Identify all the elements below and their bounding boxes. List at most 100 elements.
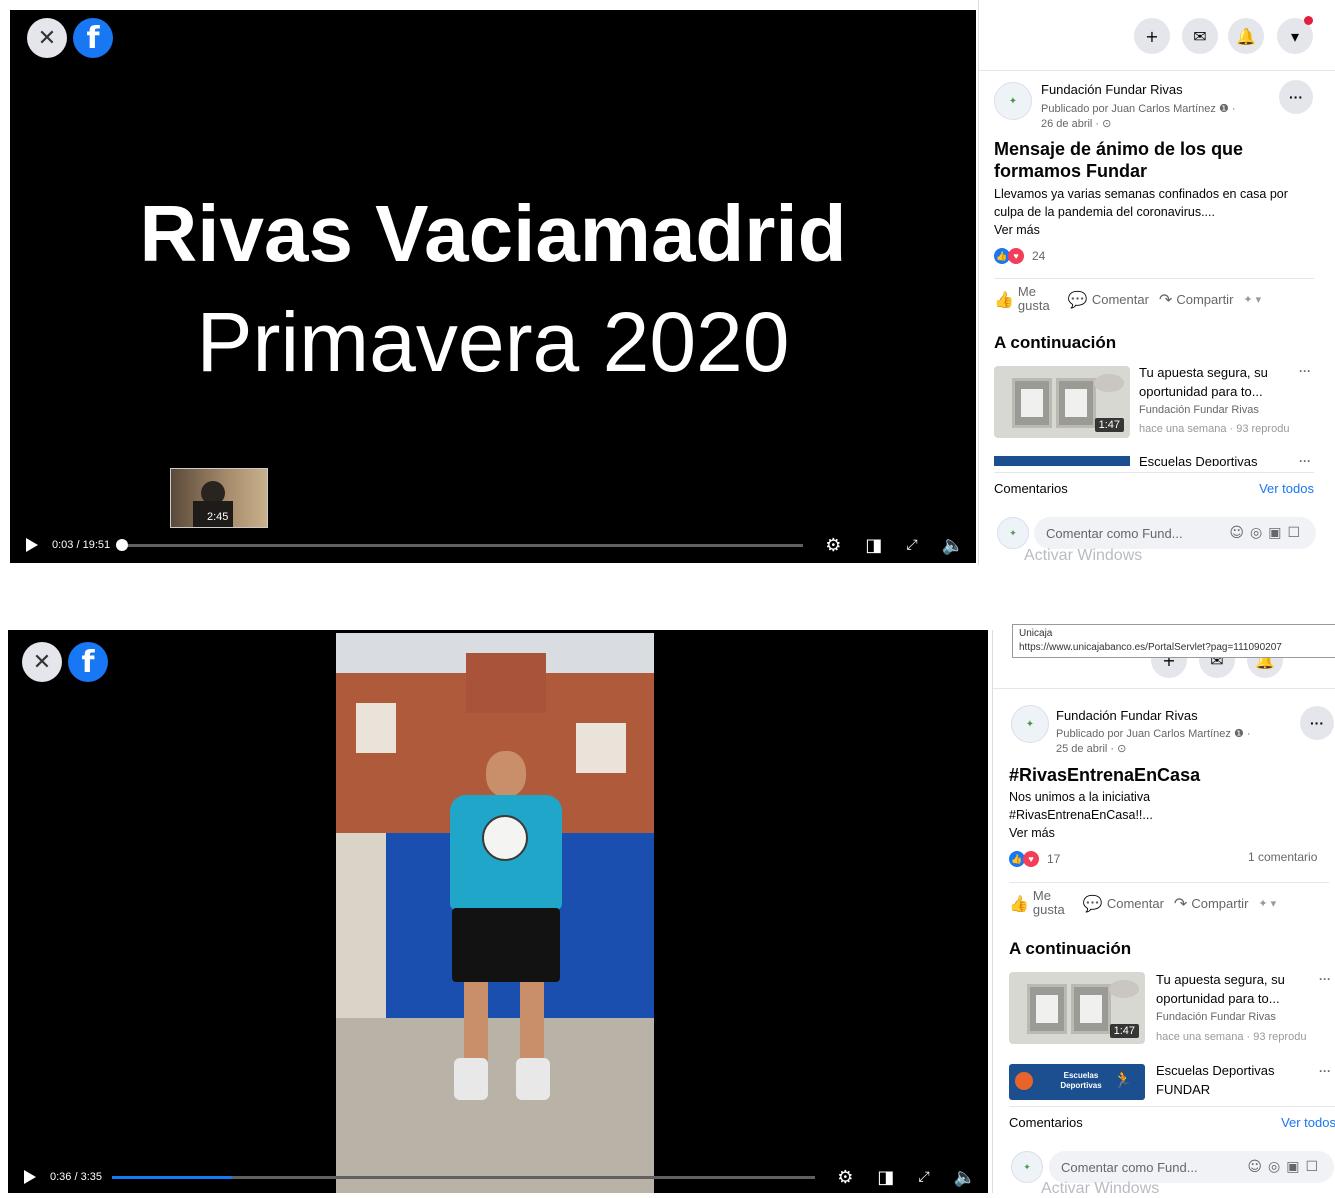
like-button[interactable]: 👍 Me gusta (994, 285, 1058, 313)
video-controls: 0:36 / 3:35 ⚙ ◨ ⤢ 🔈 (8, 1162, 988, 1192)
comments-header: Comentarios Ver todos (1009, 1106, 1335, 1130)
share-icon: ↷ (1158, 289, 1173, 309)
volume-icon[interactable]: 🔈 (954, 1167, 976, 1188)
post-title: Mensaje de ánimo de los que formamos Fun… (994, 139, 1244, 181)
post-actions: 👍 Me gusta 💬 Comentar ↷ Compartir ✦ ▾ (994, 278, 1314, 313)
share-icon: ↷ (1173, 893, 1188, 913)
share-button[interactable]: ↷ Compartir (1159, 290, 1233, 309)
user-avatar: ✦ (997, 517, 1029, 549)
share-button[interactable]: ↷ Compartir (1174, 894, 1248, 913)
video-title-line1: Rivas Vaciamadrid (139, 189, 847, 278)
plus-icon[interactable]: + (1134, 18, 1170, 54)
post-text-line1: Nos unimos a la iniciativa (1009, 790, 1151, 804)
rec2-thumbnail[interactable]: Escuelas Deportivas 🏃 (1009, 1064, 1145, 1100)
reaction-count: 17 (1047, 852, 1061, 866)
video-time: 0:36 / 3:35 (50, 1171, 102, 1183)
published-by: Publicado por Juan Carlos Martínez (1056, 728, 1231, 740)
reactions[interactable]: 👍 ♥ 17 (1009, 851, 1060, 867)
page-name[interactable]: Fundación Fundar Rivas (1056, 708, 1198, 723)
gear-icon[interactable]: ⚙ (825, 535, 841, 556)
comment-icon: 💬 (1082, 893, 1103, 913)
windows-watermark: Activar Windows (1041, 1180, 1160, 1197)
progress-bar[interactable] (116, 538, 804, 551)
rec1-title[interactable]: Tu apuesta segura, su oportunidad para t… (1156, 970, 1311, 1008)
post-date[interactable]: 25 de abril · (1056, 743, 1114, 755)
gear-icon[interactable]: ⚙ (837, 1167, 853, 1188)
video-frame-person (336, 633, 654, 1193)
facebook-logo-icon[interactable]: f (68, 642, 108, 682)
comment-input[interactable]: Comentar como Fund... ☺◎▣☐ (1034, 517, 1316, 549)
rec2-more-icon[interactable]: ··· (1319, 1064, 1331, 1078)
rec2-thumbnail[interactable] (994, 456, 1130, 466)
thumbs-up-icon: 👍 (1009, 893, 1029, 913)
comment-tools-icons[interactable]: ☺◎▣☐ (1229, 525, 1306, 541)
bell-icon[interactable]: 🔔 (1228, 18, 1264, 54)
love-reaction-icon: ♥ (1023, 851, 1039, 867)
rec1-thumbnail[interactable]: 1:47 (1009, 972, 1145, 1044)
top-nav: + ✉ 🔔 ▾ (979, 0, 1335, 71)
miniplayer-icon[interactable]: ◨ (865, 535, 882, 556)
post-meta: Publicado por Juan Carlos Martínez ❶ · 2… (1041, 102, 1271, 132)
post-sidebar: + ✉ 🔔 ▾ ✦ Fundación Fundar Rivas Publica… (978, 0, 1335, 565)
video-player[interactable]: ✕ f Rivas Vaciamadrid Primavera 2020 2:4… (10, 10, 976, 563)
tooltip-site: Unicaja (1019, 628, 1053, 639)
see-all-link[interactable]: Ver todos (1281, 1115, 1335, 1130)
rec1-meta: hace una semana · 93 reprodu (1139, 423, 1290, 435)
comment-button[interactable]: 💬 Comentar (1068, 290, 1149, 309)
post-sidebar: + ✉ 🔔 ✦ Fundación Fundar Rivas Publicado… (992, 630, 1335, 1197)
rec2-more-icon[interactable]: ··· (1299, 454, 1311, 468)
see-more-link[interactable]: Ver más (1009, 824, 1055, 842)
rec1-duration: 1:47 (1109, 1024, 1139, 1038)
post-meta: Publicado por Juan Carlos Martínez ❶ · 2… (1056, 727, 1286, 757)
see-more-link[interactable]: Ver más (994, 221, 1040, 239)
post-date[interactable]: 26 de abril · (1041, 118, 1099, 130)
play-icon[interactable] (24, 1170, 36, 1184)
post-actions: 👍 Me gusta 💬 Comentar ↷ Compartir ✦ ▾ (1009, 882, 1329, 917)
screenshot-top: ✕ f Rivas Vaciamadrid Primavera 2020 2:4… (0, 0, 1335, 565)
expand-icon[interactable]: ⤢ (918, 1169, 929, 1185)
audience-dropdown[interactable]: ✦ ▾ (1243, 293, 1261, 306)
rec1-page[interactable]: Fundación Fundar Rivas (1139, 401, 1299, 420)
see-all-link[interactable]: Ver todos (1259, 481, 1314, 496)
comment-tools-icons[interactable]: ☺◎▣☐ (1247, 1159, 1324, 1175)
more-options-button[interactable]: ··· (1279, 80, 1313, 114)
rec2-thumb-text: Escuelas Deportivas (1060, 1071, 1102, 1090)
comments-label: Comentarios (1009, 1115, 1083, 1130)
love-reaction-icon: ♥ (1008, 248, 1024, 264)
page-avatar[interactable]: ✦ (1011, 705, 1049, 743)
preview-time: 2:45 (207, 511, 229, 523)
expand-icon[interactable]: ⤢ (906, 537, 917, 553)
comments-count[interactable]: 1 comentario (1248, 848, 1317, 867)
audience-dropdown[interactable]: ✦ ▾ (1258, 897, 1276, 910)
comments-label: Comentarios (994, 481, 1068, 496)
progress-handle[interactable] (116, 538, 129, 551)
rec1-more-icon[interactable]: ··· (1319, 972, 1331, 986)
rec2-title[interactable]: Escuelas Deportivas (1139, 452, 1258, 466)
caret-down-icon[interactable]: ▾ (1277, 16, 1313, 54)
comment-button[interactable]: 💬 Comentar (1083, 894, 1164, 913)
miniplayer-icon[interactable]: ◨ (877, 1167, 894, 1188)
like-button[interactable]: 👍 Me gusta (1009, 889, 1073, 917)
rec1-page[interactable]: Fundación Fundar Rivas (1156, 1008, 1316, 1027)
rec2-title[interactable]: Escuelas Deportivas FUNDAR (1156, 1061, 1306, 1099)
rec1-title[interactable]: Tu apuesta segura, su oportunidad para t… (1139, 363, 1294, 401)
post-title: #RivasEntrenaEnCasa (1009, 765, 1201, 785)
facebook-logo-icon[interactable]: f (73, 18, 113, 58)
more-options-button[interactable]: ··· (1300, 706, 1334, 740)
messenger-icon[interactable]: ✉ (1182, 18, 1218, 54)
volume-icon[interactable]: 🔈 (942, 535, 964, 556)
play-icon[interactable] (26, 538, 38, 552)
close-icon[interactable]: ✕ (27, 18, 67, 58)
reactions[interactable]: 👍 ♥ 24 (994, 248, 1045, 264)
rec1-thumbnail[interactable]: 1:47 (994, 366, 1130, 438)
rec1-more-icon[interactable]: ··· (1299, 364, 1311, 378)
page-avatar[interactable]: ✦ (994, 82, 1032, 120)
page-name[interactable]: Fundación Fundar Rivas (1041, 82, 1183, 97)
comment-input[interactable]: Comentar como Fund... ☺◎▣☐ (1049, 1151, 1334, 1183)
rec1-duration: 1:47 (1094, 418, 1124, 432)
progress-bar[interactable] (112, 1175, 816, 1179)
up-next-title: A continuación (994, 333, 1117, 352)
published-by: Publicado por Juan Carlos Martínez (1041, 103, 1216, 115)
close-icon[interactable]: ✕ (22, 642, 62, 682)
globe-icon: ⊙ (1102, 118, 1112, 130)
